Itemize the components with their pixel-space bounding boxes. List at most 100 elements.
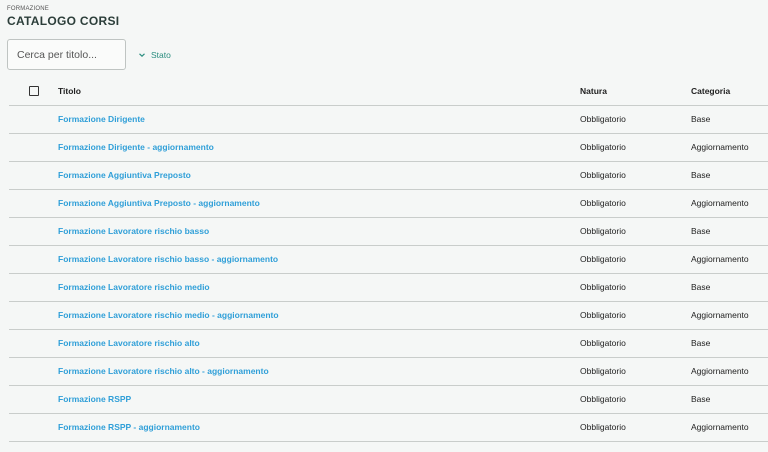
row-select-cell [9, 161, 58, 190]
table-body: Formazione Dirigente Obbligatorio Base Form… [9, 105, 768, 442]
search-input[interactable] [7, 39, 126, 70]
cell-titolo: Formazione RSPP [58, 385, 580, 414]
categoria-value: Aggiornamento [691, 198, 749, 208]
cell-titolo: Formazione Lavoratore rischio basso [58, 217, 580, 246]
cell-natura: Obbligatorio [580, 329, 691, 358]
row-select-cell [9, 217, 58, 246]
natura-value: Obbligatorio [580, 310, 626, 320]
natura-value: Obbligatorio [580, 226, 626, 236]
categoria-value: Aggiornamento [691, 142, 749, 152]
cell-categoria: Base [691, 105, 768, 134]
table-row[interactable]: Formazione RSPP - aggiornamento Obbligato… [9, 413, 768, 442]
table-row[interactable]: Formazione Lavoratore rischio alto - agg… [9, 357, 768, 386]
page-title: CATALOGO CORSI [7, 14, 120, 28]
natura-value: Obbligatorio [580, 366, 626, 376]
breadcrumb: FORMAZIONE [7, 6, 49, 12]
select-all-cell [9, 77, 58, 106]
cell-natura: Obbligatorio [580, 245, 691, 274]
cell-categoria: Aggiornamento [691, 189, 768, 218]
cell-categoria: Base [691, 217, 768, 246]
table-row[interactable]: Formazione Lavoratore rischio alto Obblig… [9, 329, 768, 358]
cell-categoria: Aggiornamento [691, 357, 768, 386]
cell-natura: Obbligatorio [580, 413, 691, 442]
column-header-categoria[interactable]: Categoria [691, 77, 768, 106]
cell-categoria: Aggiornamento [691, 301, 768, 330]
row-select-cell [9, 133, 58, 162]
cell-titolo: Formazione Lavoratore rischio alto - agg… [58, 357, 580, 386]
table-row[interactable]: Formazione Lavoratore rischio medio - ag… [9, 301, 768, 330]
cell-natura: Obbligatorio [580, 273, 691, 302]
column-header-natura[interactable]: Natura [580, 77, 691, 106]
cell-natura: Obbligatorio [580, 133, 691, 162]
categoria-value: Aggiornamento [691, 366, 749, 376]
categoria-value: Base [691, 394, 711, 404]
table-row[interactable]: Formazione Aggiuntiva Preposto - aggiorn… [9, 189, 768, 218]
natura-value: Obbligatorio [580, 198, 626, 208]
cell-categoria: Base [691, 329, 768, 358]
natura-value: Obbligatorio [580, 170, 626, 180]
row-select-cell [9, 385, 58, 414]
course-title-link[interactable]: Formazione Dirigente [58, 114, 145, 124]
categoria-value: Base [691, 114, 711, 124]
natura-value: Obbligatorio [580, 254, 626, 264]
cell-categoria: Base [691, 161, 768, 190]
cell-categoria: Aggiornamento [691, 245, 768, 274]
course-title-link[interactable]: Formazione Lavoratore rischio basso [58, 226, 209, 236]
row-select-cell [9, 189, 58, 218]
cell-natura: Obbligatorio [580, 217, 691, 246]
row-select-cell [9, 273, 58, 302]
categoria-value: Base [691, 226, 711, 236]
cell-titolo: Formazione Dirigente - aggiornamento [58, 133, 580, 162]
table-row[interactable]: Formazione Lavoratore rischio basso Obbli… [9, 217, 768, 246]
course-title-link[interactable]: Formazione Lavoratore rischio basso - ag… [58, 254, 278, 264]
course-title-link[interactable]: Formazione Aggiuntiva Preposto - aggiorn… [58, 198, 260, 208]
categoria-value: Aggiornamento [691, 422, 749, 432]
cell-natura: Obbligatorio [580, 189, 691, 218]
natura-value: Obbligatorio [580, 422, 626, 432]
natura-value: Obbligatorio [580, 394, 626, 404]
select-all-checkbox[interactable] [29, 86, 39, 97]
table-row[interactable]: Formazione Dirigente Obbligatorio Base [9, 105, 768, 134]
cell-titolo: Formazione Lavoratore rischio alto [58, 329, 580, 358]
cell-categoria: Base [691, 273, 768, 302]
course-title-link[interactable]: Formazione Lavoratore rischio alto - agg… [58, 366, 269, 376]
cell-titolo: Formazione RSPP - aggiornamento [58, 413, 580, 442]
cell-titolo: Formazione Lavoratore rischio medio - ag… [58, 301, 580, 330]
course-title-link[interactable]: Formazione Aggiuntiva Preposto [58, 170, 191, 180]
row-select-cell [9, 413, 58, 442]
course-title-link[interactable]: Formazione Lavoratore rischio medio - ag… [58, 310, 279, 320]
cell-natura: Obbligatorio [580, 301, 691, 330]
course-title-link[interactable]: Formazione Lavoratore rischio alto [58, 338, 200, 348]
cell-categoria: Base [691, 385, 768, 414]
course-title-link[interactable]: Formazione RSPP - aggiornamento [58, 422, 200, 432]
table-row[interactable]: Formazione RSPP Obbligatorio Base [9, 385, 768, 414]
table-row[interactable]: Formazione Lavoratore rischio basso - ag… [9, 245, 768, 274]
natura-value: Obbligatorio [580, 338, 626, 348]
column-header-titolo[interactable]: Titolo [58, 77, 580, 106]
cell-titolo: Formazione Aggiuntiva Preposto - aggiorn… [58, 189, 580, 218]
course-title-link[interactable]: Formazione RSPP [58, 394, 131, 404]
page-header: FORMAZIONE CATALOGO CORSI [7, 6, 119, 28]
categoria-value: Aggiornamento [691, 310, 749, 320]
filter-stato-button[interactable]: Stato [136, 49, 171, 61]
natura-value: Obbligatorio [580, 114, 626, 124]
table-row[interactable]: Formazione Lavoratore rischio medio Obbli… [9, 273, 768, 302]
cell-titolo: Formazione Dirigente [58, 105, 580, 134]
natura-value: Obbligatorio [580, 282, 626, 292]
cell-titolo: Formazione Aggiuntiva Preposto [58, 161, 580, 190]
row-select-cell [9, 357, 58, 386]
courses-table: Titolo Natura Categoria Formazione Dirig… [9, 77, 768, 442]
course-title-link[interactable]: Formazione Dirigente - aggiornamento [58, 142, 214, 152]
cell-titolo: Formazione Lavoratore rischio basso - ag… [58, 245, 580, 274]
categoria-value: Base [691, 170, 711, 180]
categoria-value: Base [691, 282, 711, 292]
cell-natura: Obbligatorio [580, 105, 691, 134]
chevron-down-icon [139, 52, 145, 57]
table-row[interactable]: Formazione Aggiuntiva Preposto Obbligator… [9, 161, 768, 190]
cell-natura: Obbligatorio [580, 385, 691, 414]
course-title-link[interactable]: Formazione Lavoratore rischio medio [58, 282, 210, 292]
table-row[interactable]: Formazione Dirigente - aggiornamento Obbl… [9, 133, 768, 162]
cell-titolo: Formazione Lavoratore rischio medio [58, 273, 580, 302]
cell-categoria: Aggiornamento [691, 413, 768, 442]
row-select-cell [9, 329, 58, 358]
